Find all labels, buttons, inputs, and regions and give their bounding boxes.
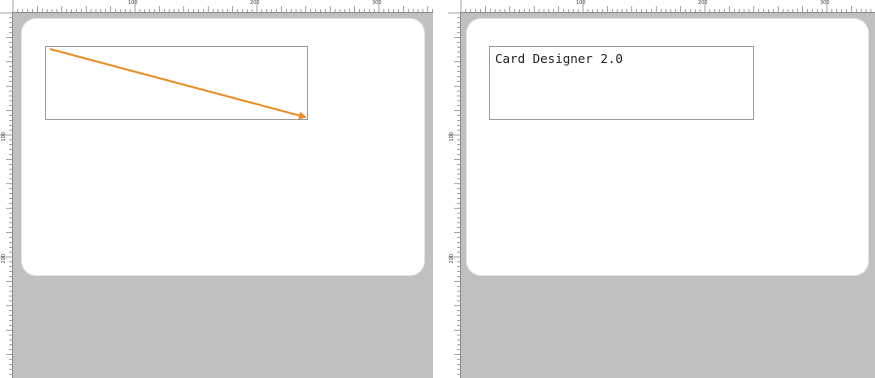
right-designer-panel: 100 200 300 100 200 Card Designer 2.0 — [448, 0, 875, 378]
ruler-label: 200 — [449, 254, 455, 264]
text-object[interactable]: Card Designer 2.0 — [495, 51, 623, 66]
vertical-ruler: 100 200 — [0, 12, 13, 378]
design-canvas[interactable]: Card Designer 2.0 — [461, 13, 875, 378]
ruler-label: 200 — [250, 0, 260, 6]
ruler-label: 100 — [576, 0, 586, 6]
horizontal-ruler: 100 200 300 — [0, 0, 433, 13]
design-canvas[interactable] — [13, 13, 433, 378]
text-object-frame[interactable]: Card Designer 2.0 — [489, 46, 754, 120]
ruler-label: 100 — [449, 132, 455, 142]
left-designer-panel: 100 200 300 100 200 — [0, 0, 433, 378]
horizontal-ruler: 100 200 300 — [448, 0, 875, 13]
ruler-label: 200 — [1, 254, 7, 264]
ruler-label: 300 — [372, 0, 382, 6]
ruler-label: 200 — [698, 0, 708, 6]
ruler-label: 300 — [820, 0, 830, 6]
card-surface[interactable] — [22, 19, 424, 275]
vertical-ruler: 100 200 — [448, 12, 461, 378]
line-object-frame[interactable] — [45, 46, 308, 120]
ruler-label: 100 — [128, 0, 138, 6]
arrow-line-object[interactable] — [46, 47, 309, 121]
card-surface[interactable]: Card Designer 2.0 — [467, 19, 868, 275]
ruler-label: 100 — [1, 132, 7, 142]
